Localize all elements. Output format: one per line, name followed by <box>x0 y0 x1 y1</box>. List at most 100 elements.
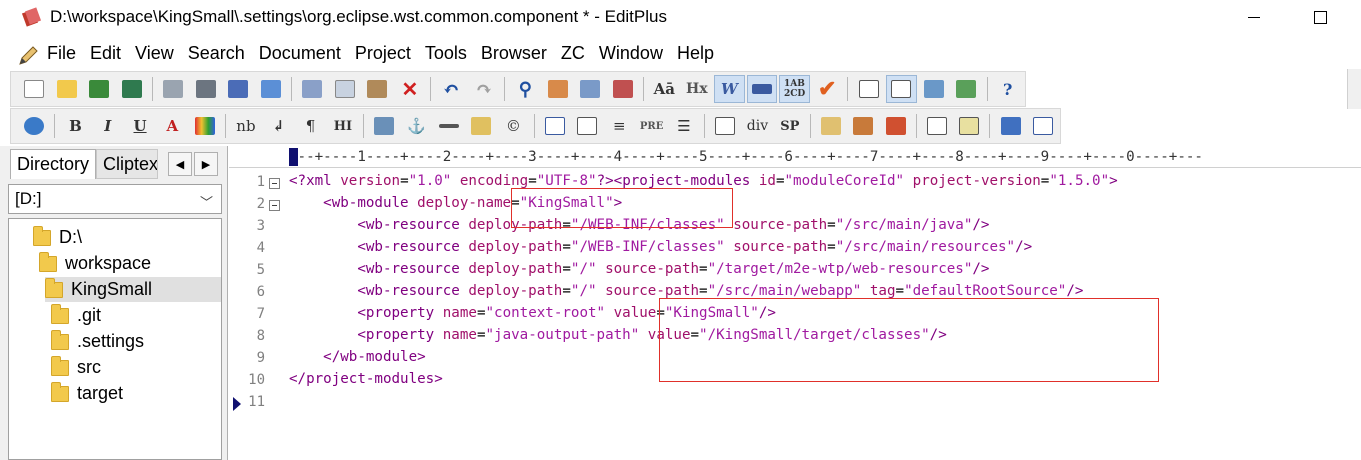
preformatted-icon[interactable]: PRE <box>636 112 666 140</box>
find-in-files-icon[interactable] <box>575 75 606 103</box>
ruler-icon[interactable]: 1AB 2CD <box>779 75 810 103</box>
cliptext-window-icon[interactable] <box>919 75 950 103</box>
tab-cliptext[interactable]: Cliptex <box>96 149 159 179</box>
goto-line-icon[interactable] <box>608 75 639 103</box>
code-editor[interactable]: ---+----1----+----2----+----3----+----4-… <box>229 146 1361 460</box>
tree-item-src[interactable]: src <box>51 355 101 380</box>
html-toolbar: B I U A nb ↲ ¶ HI ⚓ © ≡ PRE ☰ div SP <box>10 108 1061 144</box>
edit-icon[interactable] <box>816 112 846 140</box>
coffee-icon[interactable] <box>848 112 878 140</box>
menu-document[interactable]: Document <box>259 43 341 64</box>
font-icon[interactable]: Aā <box>649 75 680 103</box>
tree-item-target[interactable]: target <box>51 381 123 406</box>
copy-icon[interactable] <box>330 75 361 103</box>
save-all-icon[interactable] <box>117 75 148 103</box>
line-break-icon[interactable]: ↲ <box>263 112 293 140</box>
help-icon[interactable]: ? <box>992 75 1023 103</box>
horizontal-rule-icon[interactable] <box>434 112 464 140</box>
anchor-icon[interactable]: ⚓ <box>401 112 431 140</box>
span-icon[interactable]: SP <box>775 112 805 140</box>
menu-edit[interactable]: Edit <box>90 43 121 64</box>
folder-icon <box>51 381 69 402</box>
menu-window[interactable]: Window <box>599 43 663 64</box>
code-line[interactable]: <wb-resource deploy-path="/" source-path… <box>289 258 1118 280</box>
bold-icon[interactable]: B <box>60 112 90 140</box>
nbsp-icon[interactable]: nb <box>231 112 261 140</box>
full-screen-icon[interactable] <box>951 75 982 103</box>
div-icon[interactable]: div <box>742 112 772 140</box>
form-icon[interactable] <box>572 112 602 140</box>
chevron-down-icon: ﹀ <box>199 195 213 210</box>
new-file-icon[interactable] <box>19 75 50 103</box>
check-icon[interactable]: ✔ <box>812 75 843 103</box>
save-icon[interactable] <box>84 75 115 103</box>
text-insert-icon[interactable] <box>710 112 740 140</box>
directory-window-icon[interactable] <box>853 75 884 103</box>
line-number-icon[interactable] <box>746 75 778 103</box>
color-picker-icon[interactable] <box>190 112 220 140</box>
drive-select-value: [D:] <box>15 189 42 208</box>
menu-browser[interactable]: Browser <box>481 43 547 64</box>
menu-project[interactable]: Project <box>355 43 411 64</box>
find-icon[interactable]: ⚲ <box>510 75 541 103</box>
copyright-icon[interactable]: © <box>498 112 528 140</box>
tile-icon[interactable] <box>954 112 984 140</box>
menu-view[interactable]: View <box>135 43 174 64</box>
menu-zc[interactable]: ZC <box>561 43 585 64</box>
tree-item-d[interactable]: D:\ <box>33 225 82 250</box>
tree-item-workspace[interactable]: workspace <box>39 251 151 276</box>
paragraph-icon[interactable]: ¶ <box>295 112 325 140</box>
window-list-icon[interactable] <box>922 112 952 140</box>
menu-help[interactable]: Help <box>677 43 714 64</box>
tab-directory[interactable]: Directory <box>10 149 97 179</box>
menu-search[interactable]: Search <box>188 43 245 64</box>
paste-icon[interactable] <box>362 75 393 103</box>
hex-viewer-icon[interactable]: Hx <box>682 75 713 103</box>
list-icon[interactable]: ☰ <box>669 112 699 140</box>
redo-icon[interactable]: ↷ <box>469 75 500 103</box>
replace-icon[interactable] <box>543 75 574 103</box>
code-line[interactable] <box>289 390 1118 412</box>
tree-item-kingsmall[interactable]: KingSmall <box>45 277 221 302</box>
panel-icon[interactable] <box>1028 112 1058 140</box>
spellcheck-icon[interactable] <box>223 75 254 103</box>
tree-item-settings[interactable]: .settings <box>51 329 144 354</box>
editplus-app-icon <box>22 7 42 27</box>
cut-icon[interactable] <box>297 75 328 103</box>
underline-icon[interactable]: U <box>125 112 155 140</box>
folder-icon <box>51 303 69 324</box>
image-icon[interactable] <box>369 112 399 140</box>
menu-file[interactable]: File <box>47 43 76 64</box>
fold-collapse-icon[interactable] <box>269 178 280 189</box>
tree-item-git[interactable]: .git <box>51 303 101 328</box>
heading-icon[interactable]: HI <box>328 112 358 140</box>
browser-preview-icon[interactable] <box>256 75 287 103</box>
delete-icon[interactable]: ✕ <box>395 75 426 103</box>
print-icon[interactable] <box>191 75 222 103</box>
toolbar-overflow[interactable] <box>1347 69 1361 109</box>
font-color-icon[interactable]: A <box>157 112 187 140</box>
people-icon[interactable] <box>881 112 911 140</box>
word-wrap-icon[interactable]: W <box>714 75 745 103</box>
maximize-button[interactable] <box>1314 11 1327 24</box>
align-center-icon[interactable]: ≡ <box>604 112 634 140</box>
open-folder-icon[interactable] <box>52 75 83 103</box>
component-icon[interactable] <box>995 112 1025 140</box>
output-window-icon[interactable] <box>885 75 917 103</box>
menu-tools[interactable]: Tools <box>425 43 467 64</box>
fold-collapse-icon[interactable] <box>269 200 280 211</box>
table-icon[interactable] <box>540 112 570 140</box>
tab-scroll-left-icon[interactable]: ◀ <box>168 152 192 176</box>
drive-select[interactable]: [D:] ﹀ <box>8 184 222 214</box>
undo-icon[interactable]: ↶ <box>436 75 467 103</box>
minimize-button[interactable] <box>1248 17 1260 18</box>
italic-icon[interactable]: I <box>93 112 123 140</box>
line-number: 11 <box>248 394 265 410</box>
tab-scroll-right-icon[interactable]: ▶ <box>194 152 218 176</box>
code-line[interactable]: <wb-resource deploy-path="/WEB-INF/class… <box>289 236 1118 258</box>
globe-icon[interactable] <box>19 112 49 140</box>
print-preview-icon[interactable] <box>158 75 189 103</box>
comment-icon[interactable] <box>466 112 496 140</box>
line-number: 5 <box>256 262 265 278</box>
window-title: D:\workspace\KingSmall\.settings\org.ecl… <box>50 7 667 26</box>
